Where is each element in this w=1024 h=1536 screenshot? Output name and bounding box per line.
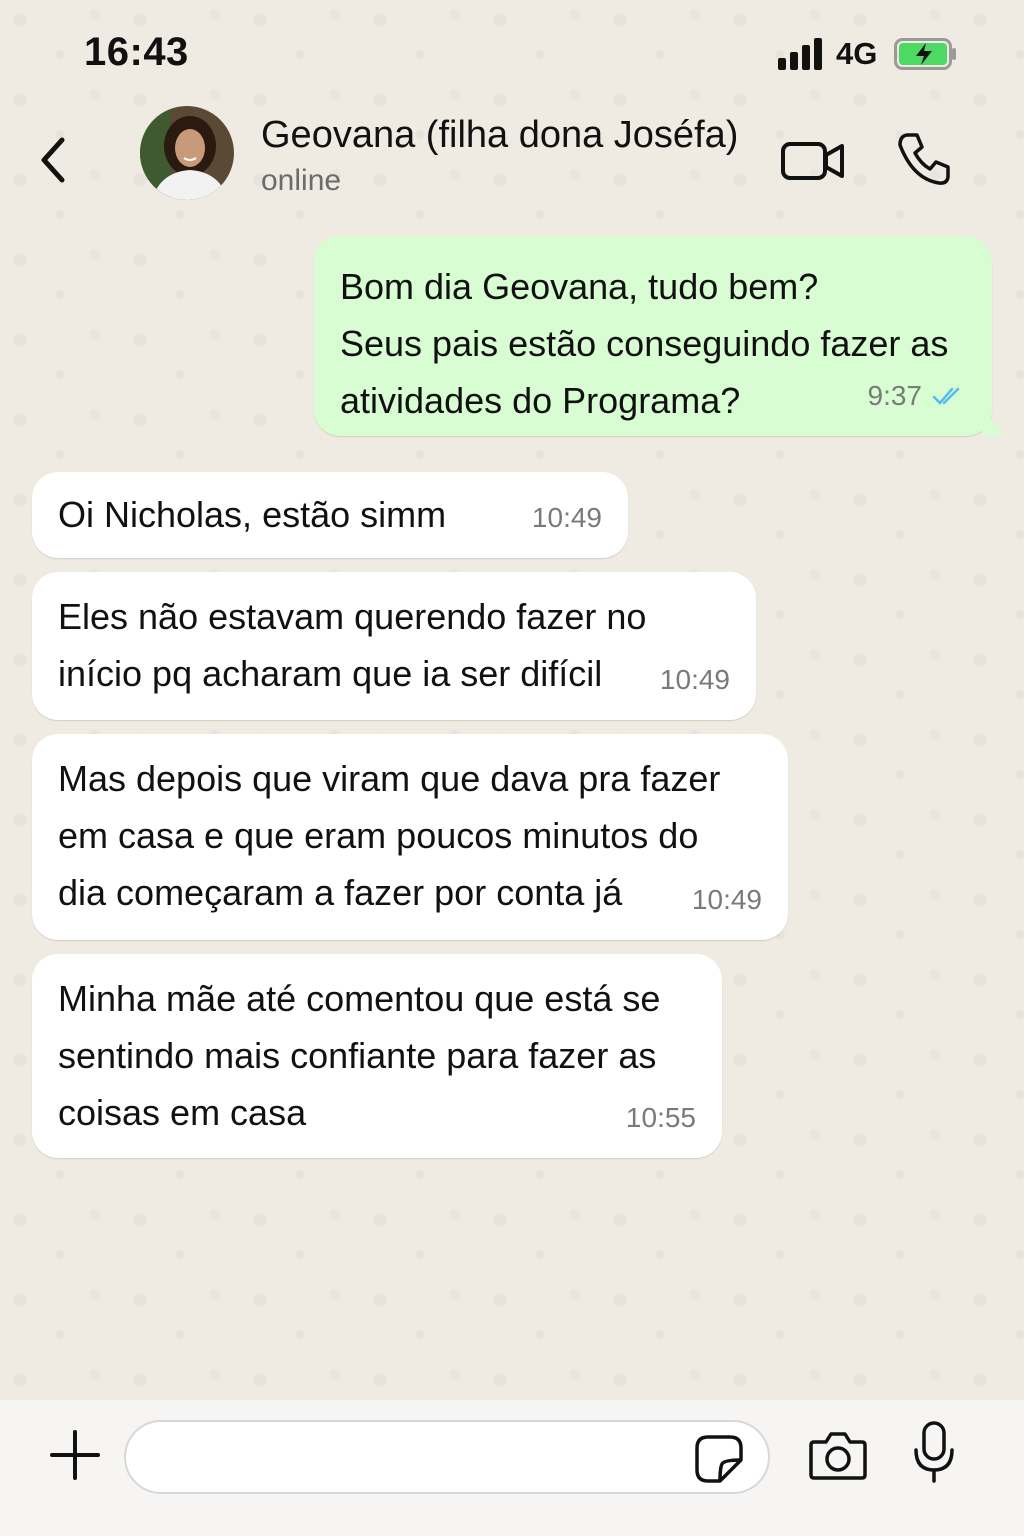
composer-bar [0,1400,1024,1536]
message-text: Oi Nicholas, estão simm [58,494,447,535]
read-ticks-icon [932,387,960,405]
status-bar: 16:43 4G [0,0,1024,100]
message-time: 10:49 [531,502,602,533]
back-icon[interactable] [30,130,80,190]
message-time: 10:49 [691,884,762,915]
message-meta: 10:49 [660,651,730,708]
message-meta: 10:49 [532,489,602,546]
bubble-tail [982,411,1006,435]
plus-icon[interactable] [48,1428,102,1482]
message-time: 10:49 [659,664,730,695]
signal-icon [778,38,824,70]
message-meta: 10:49 [692,871,762,928]
message-bubble-incoming[interactable]: Eles não estavam querendo fazer no iníci… [32,572,756,720]
contact-status: online [261,164,342,197]
network-type: 4G [836,36,878,71]
phone-icon[interactable] [895,130,953,188]
avatar-image [140,106,234,200]
message-input[interactable] [124,1420,770,1494]
message-bubble-incoming[interactable]: Mas depois que viram que dava pra fazer … [32,734,788,940]
chat-header: Geovana (filha dona Joséfa) online [0,100,1024,220]
contact-name[interactable]: Geovana (filha dona Joséfa) [261,114,738,157]
mic-icon[interactable] [912,1420,956,1484]
message-text: Mas depois que viram que dava pra fazer … [58,758,721,913]
message-meta: 9:37 [868,367,967,424]
status-time: 16:43 [84,30,189,74]
message-text: Minha mãe até comentou que está se senti… [58,978,661,1133]
camera-icon[interactable] [808,1430,868,1482]
message-bubble-outgoing[interactable]: Bom dia Geovana, tudo bem? Seus pais est… [314,236,1006,436]
message-time: 10:55 [625,1102,696,1133]
message-bubble-incoming[interactable]: Oi Nicholas, estão simm 10:49 [32,472,628,558]
video-call-icon[interactable] [780,136,846,184]
message-text: Eles não estavam querendo fazer no iníci… [58,596,647,694]
message-bubble-incoming[interactable]: Minha mãe até comentou que está se senti… [32,954,722,1158]
battery-charging-icon [894,38,956,70]
message-meta: 10:55 [626,1089,696,1146]
message-time: 9:37 [867,380,923,411]
avatar[interactable] [140,106,234,200]
sticker-icon[interactable] [694,1434,744,1484]
